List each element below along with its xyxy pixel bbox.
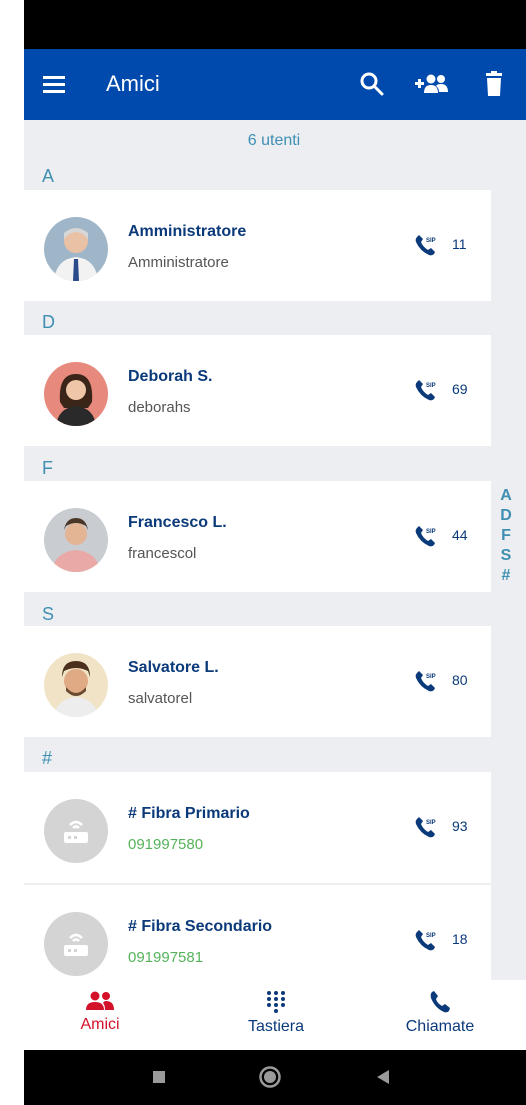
tab-chiamate[interactable]: Chiamate — [380, 990, 500, 1036]
tab-amici[interactable]: Amici — [40, 990, 160, 1034]
list-item[interactable]: Amministratore Amministratore SIP 11 — [24, 190, 491, 301]
extension-number: 80 — [452, 672, 468, 688]
list-item[interactable]: Francesco L. francescol SIP 44 — [24, 481, 491, 592]
dialpad-icon — [267, 991, 285, 1013]
index-letter-hash[interactable]: # — [492, 566, 520, 586]
index-letter-a[interactable]: A — [492, 486, 520, 506]
user-count: 6 utenti — [247, 132, 301, 149]
section-header-f: F — [42, 458, 53, 478]
app-bar: Amici — [24, 49, 526, 120]
svg-text:SIP: SIP — [426, 383, 436, 389]
recents-icon[interactable] — [152, 1070, 166, 1084]
index-letter-d[interactable]: D — [492, 506, 520, 526]
svg-text:SIP: SIP — [426, 674, 436, 680]
list-item[interactable]: # Fibra Primario 091997580 SIP 93 — [24, 772, 491, 883]
avatar — [44, 217, 108, 281]
sip-phone-icon[interactable]: SIP — [414, 929, 438, 951]
people-icon — [86, 991, 114, 1010]
contact-name: Amministratore — [128, 223, 247, 240]
extension-number: 93 — [452, 818, 468, 834]
list-item[interactable]: # Fibra Secondario 091997581 SIP 18 — [24, 885, 491, 980]
avatar — [44, 362, 108, 426]
avatar — [44, 653, 108, 717]
contact-username: salvatorel — [128, 690, 193, 707]
contact-username: deborahs — [128, 399, 191, 416]
contact-number: 091997581 — [128, 949, 204, 966]
section-header-a: A — [42, 166, 55, 186]
svg-text:SIP: SIP — [426, 820, 436, 826]
search-icon[interactable] — [357, 69, 387, 99]
contact-name: # Fibra Primario — [128, 805, 250, 822]
index-letter-f[interactable]: F — [492, 526, 520, 546]
section-header-hash: # — [42, 748, 53, 768]
list-item[interactable]: Salvatore L. salvatorel SIP 80 — [24, 626, 491, 737]
phone-icon — [430, 991, 450, 1013]
contacts-list[interactable]: 6 utenti A Amministratore Amministratore… — [24, 120, 526, 980]
sip-phone-icon[interactable]: SIP — [414, 670, 438, 692]
page-title: Amici — [106, 71, 160, 96]
section-header-s: S — [42, 604, 55, 624]
contact-name: # Fibra Secondario — [128, 918, 273, 935]
trash-icon[interactable] — [479, 69, 509, 99]
extension-number: 69 — [452, 381, 468, 397]
router-avatar — [44, 912, 108, 976]
contact-username: Amministratore — [128, 254, 229, 271]
svg-text:SIP: SIP — [426, 238, 436, 244]
index-letter-s[interactable]: S — [492, 546, 520, 566]
system-navigation-bar — [24, 1050, 526, 1105]
status-bar — [24, 0, 526, 49]
back-icon[interactable] — [376, 1069, 390, 1085]
extension-number: 18 — [452, 931, 468, 947]
sip-phone-icon[interactable]: SIP — [414, 816, 438, 838]
tab-label: Tastiera — [247, 1018, 305, 1035]
tab-tastiera[interactable]: Tastiera — [216, 990, 336, 1036]
sip-phone-icon[interactable]: SIP — [414, 379, 438, 401]
contact-name: Deborah S. — [128, 368, 213, 385]
section-header-d: D — [42, 312, 55, 332]
svg-text:SIP: SIP — [426, 529, 436, 535]
contact-name: Francesco L. — [128, 514, 227, 531]
contact-username: francescol — [128, 545, 197, 562]
svg-text:SIP: SIP — [426, 933, 436, 939]
avatar — [44, 508, 108, 572]
bottom-navigation: Amici Tastiera Chiamate — [24, 980, 526, 1050]
home-icon[interactable] — [258, 1065, 282, 1089]
tab-label: Chiamate — [405, 1018, 475, 1035]
tab-label: Amici — [80, 1016, 120, 1033]
extension-number: 11 — [452, 236, 467, 252]
router-avatar — [44, 799, 108, 863]
sip-phone-icon[interactable]: SIP — [414, 525, 438, 547]
add-friend-icon[interactable] — [414, 69, 450, 99]
contact-name: Salvatore L. — [128, 659, 219, 676]
list-item[interactable]: Deborah S. deborahs SIP 69 — [24, 335, 491, 446]
alphabet-index[interactable]: A D F S # — [492, 486, 520, 586]
menu-icon[interactable] — [42, 72, 68, 96]
extension-number: 44 — [452, 527, 468, 543]
contact-number: 091997580 — [128, 836, 204, 853]
sip-phone-icon[interactable]: SIP — [414, 234, 438, 256]
